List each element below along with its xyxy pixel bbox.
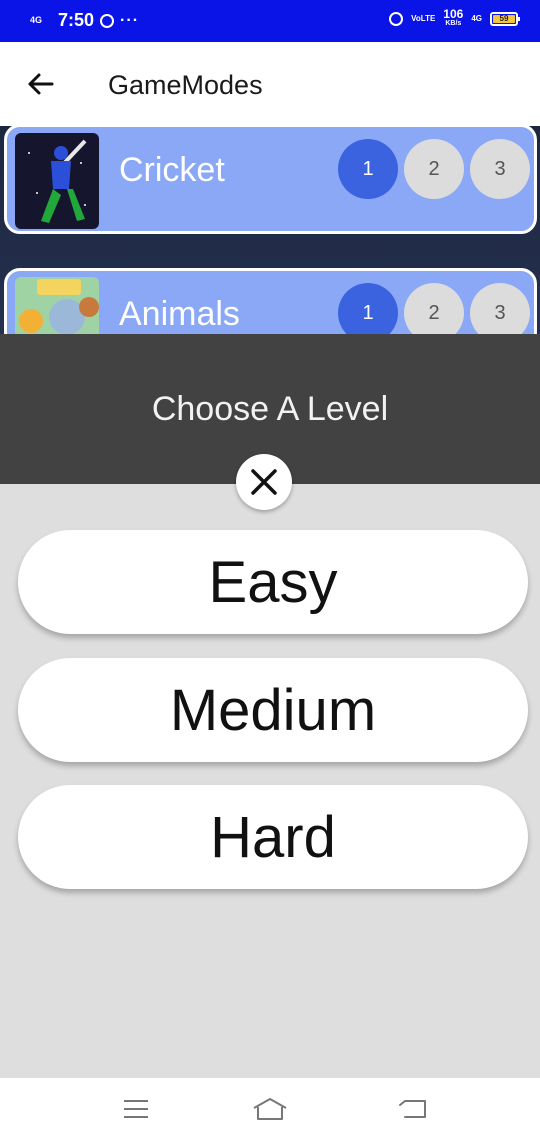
back-button[interactable]	[20, 64, 60, 104]
level-dialog-body: Easy Medium Hard	[0, 484, 540, 1078]
level-dot-1[interactable]: 1	[338, 139, 398, 199]
medium-button[interactable]: Medium	[18, 658, 528, 762]
page-title: GameModes	[108, 70, 263, 100]
level-dot-3[interactable]: 3	[470, 139, 530, 199]
system-nav-bar	[0, 1078, 540, 1140]
whatsapp-icon	[100, 13, 115, 28]
battery-icon: 59	[490, 11, 520, 26]
network-indicator: 4G	[30, 15, 43, 25]
app-bar: GameModes	[0, 42, 540, 126]
status-bar: 4G 7:50 ··· VoLTE 106 KB/s 4G 59	[0, 0, 540, 42]
volte-indicator: VoLTE	[411, 13, 436, 23]
home-icon	[253, 1098, 287, 1120]
level-selector: 1 2 3	[338, 139, 530, 199]
easy-button[interactable]: Easy	[18, 530, 528, 634]
system-back-button[interactable]	[392, 1094, 432, 1124]
close-button[interactable]	[236, 454, 292, 510]
recent-apps-button[interactable]	[116, 1094, 156, 1124]
alarm-icon	[389, 11, 404, 26]
game-card-cricket[interactable]: Cricket 1 2 3	[4, 126, 537, 234]
game-name: Cricket	[119, 151, 225, 189]
zoo-animals-image	[15, 277, 99, 334]
level-dot-2[interactable]: 2	[404, 283, 464, 334]
battery-level: 59	[493, 14, 515, 23]
arrow-left-icon	[28, 73, 54, 95]
home-button[interactable]	[250, 1094, 290, 1124]
back-icon	[399, 1100, 426, 1118]
dialog-title: Choose A Level	[151, 390, 389, 428]
level-dot-2[interactable]: 2	[404, 139, 464, 199]
hard-button[interactable]: Hard	[18, 785, 528, 889]
more-notifications-icon: ···	[120, 11, 140, 29]
animals-thumbnail	[15, 277, 99, 334]
level-selector: 1 2 3	[338, 283, 530, 334]
game-name: Animals	[119, 295, 240, 333]
cricket-player-image	[15, 133, 99, 229]
status-bar-left: 4G 7:50 ···	[30, 10, 139, 31]
menu-icon	[124, 1100, 148, 1118]
network-speed: 106 KB/s	[443, 7, 464, 28]
game-card-animals[interactable]: Animals 1 2 3	[4, 268, 537, 334]
network-type: 4G	[471, 13, 482, 23]
game-mode-list: Cricket 1 2 3 Animals 1 2 3	[0, 126, 540, 334]
close-icon	[251, 469, 277, 495]
status-bar-right: VoLTE 106 KB/s 4G 59	[389, 7, 520, 28]
cricket-thumbnail	[15, 133, 99, 229]
clock: 7:50	[58, 10, 95, 30]
level-dot-1[interactable]: 1	[338, 283, 398, 334]
network-speed-value: 106	[443, 7, 464, 21]
network-speed-unit: KB/s	[445, 20, 462, 27]
level-dot-3[interactable]: 3	[470, 283, 530, 334]
